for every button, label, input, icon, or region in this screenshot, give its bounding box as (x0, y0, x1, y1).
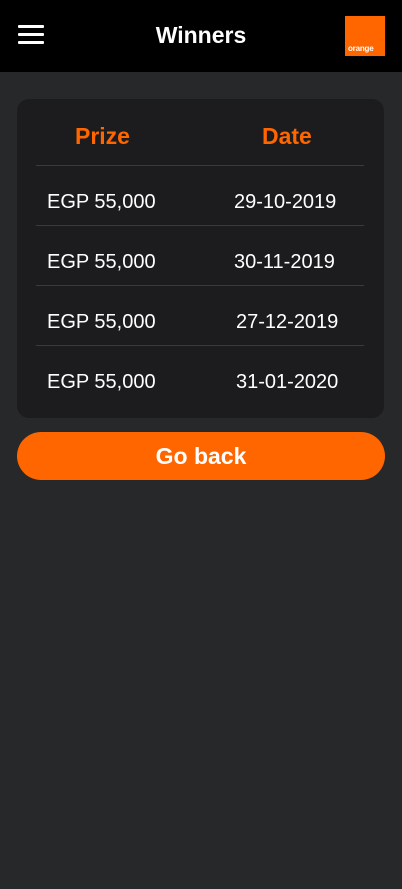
date-cell: 30-11-2019 (234, 251, 335, 273)
date-cell: 29-10-2019 (234, 191, 337, 213)
logo-text: orange (348, 44, 374, 53)
prize-cell: EGP 55,000 (47, 311, 156, 333)
column-header-date: Date (262, 123, 312, 149)
prize-cell: EGP 55,000 (47, 371, 156, 393)
table-row: EGP 55,000 27-12-2019 (36, 286, 364, 346)
table-body: EGP 55,000 29-10-2019 EGP 55,000 30-11-2… (36, 166, 364, 406)
date-cell: 27-12-2019 (236, 311, 339, 333)
date-cell: 31-01-2020 (236, 371, 339, 393)
prize-cell: EGP 55,000 (47, 191, 156, 213)
page-title: Winners (155, 22, 247, 48)
prize-cell: EGP 55,000 (47, 251, 156, 273)
table-row: EGP 55,000 29-10-2019 (36, 166, 364, 226)
go-back-button[interactable]: Go back (17, 432, 385, 480)
orange-logo: orange (345, 16, 385, 56)
winners-table-card: Prize Date EGP 55,000 29-10-2019 EGP 55,… (17, 99, 384, 418)
column-header-prize: Prize (75, 123, 130, 149)
table-row: EGP 55,000 31-01-2020 (36, 346, 364, 406)
app-header: Winners orange (0, 0, 402, 72)
table-header: Prize Date (36, 99, 364, 166)
table-row: EGP 55,000 30-11-2019 (36, 226, 364, 286)
